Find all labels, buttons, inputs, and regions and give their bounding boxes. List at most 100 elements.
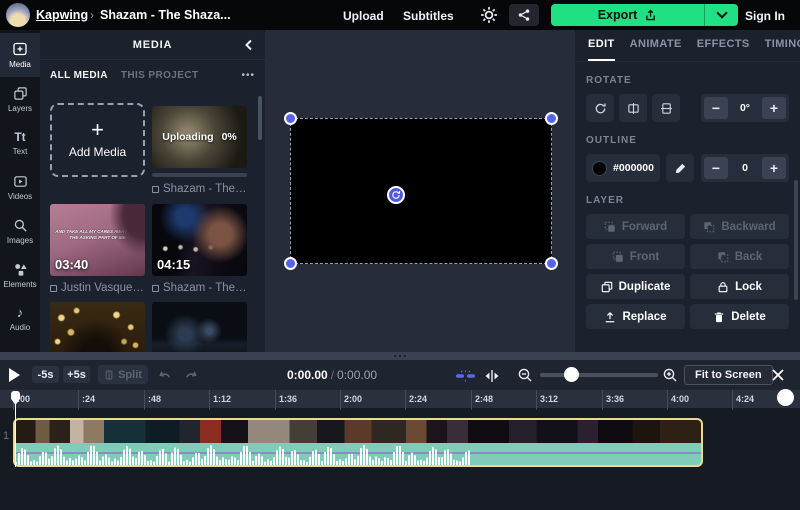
media-item-shazam[interactable]: 04:15 Shazam - The S...	[152, 204, 247, 294]
redo-button[interactable]	[184, 368, 199, 386]
rotate-icon	[391, 190, 401, 200]
search-icon	[13, 218, 28, 233]
replace-upload-icon	[604, 311, 616, 323]
media-item-uploading[interactable]: Uploading 0% Shazam - The S...	[152, 106, 247, 195]
media-item-bokeh[interactable]	[50, 302, 145, 352]
rotate-plus-button[interactable]: +	[762, 97, 786, 119]
timeline-zoom-slider[interactable]	[540, 373, 658, 377]
rotation-stepper: − 0° +	[701, 94, 789, 122]
text-icon: Tt	[14, 130, 25, 144]
fit-to-screen-button[interactable]: Fit to Screen	[684, 365, 773, 385]
sidebar-item-images[interactable]: Images	[0, 209, 40, 253]
sidebar-item-videos[interactable]: Videos	[0, 165, 40, 209]
tab-effects[interactable]: EFFECTS	[697, 38, 750, 61]
video-file-icon	[152, 285, 159, 292]
collapse-panel-icon[interactable]	[243, 38, 255, 56]
color-swatch	[592, 161, 607, 176]
back-button[interactable]: Back	[690, 244, 789, 269]
sidebar-item-text[interactable]: Tt Text	[0, 121, 40, 165]
snap-toggle[interactable]	[455, 369, 477, 387]
timeline-ruler[interactable]: :00 :24 :48 1:12 1:36 2:00 2:24 2:48 3:1…	[0, 390, 800, 410]
timeline-tracks[interactable]: 1	[0, 410, 800, 510]
outline-color-picker[interactable]: #000000	[586, 154, 660, 182]
total-time: 0:00.00	[337, 368, 377, 382]
media-item-justin[interactable]: AND TAKE ALL MY CARES AWAY WITH THE ASKI…	[50, 204, 145, 294]
backward-button[interactable]: Backward	[690, 214, 789, 239]
zoom-out-button[interactable]	[517, 367, 533, 388]
share-button[interactable]	[509, 4, 539, 26]
tab-edit[interactable]: EDIT	[588, 38, 615, 61]
media-panel-scrollbar[interactable]	[258, 96, 262, 140]
media-item-city[interactable]	[152, 302, 247, 352]
brand-link[interactable]: Kapwing	[36, 8, 88, 22]
chevron-down-icon	[716, 7, 727, 18]
inspector-panel: EDIT ANIMATE EFFECTS TIMING ROTATE	[575, 30, 800, 352]
play-button[interactable]	[9, 368, 20, 382]
sign-in-button[interactable]: Sign In	[745, 9, 785, 23]
rotate-minus-button[interactable]: −	[704, 97, 728, 119]
eyedropper-button[interactable]	[666, 154, 694, 182]
timeline-clip[interactable]	[13, 418, 703, 467]
preview-canvas[interactable]	[265, 30, 575, 352]
media-item-label: Justin Vasquez -...	[50, 282, 145, 294]
sidebar-item-audio[interactable]: ♪ Audio	[0, 297, 40, 341]
outline-minus-button[interactable]: −	[704, 157, 728, 179]
timeline-pan-handle[interactable]	[777, 389, 794, 406]
replace-button[interactable]: Replace	[586, 304, 685, 329]
export-button[interactable]: Export	[551, 4, 704, 26]
lock-button[interactable]: Lock	[690, 274, 789, 299]
sidebar-item-layers[interactable]: Layers	[0, 77, 40, 121]
skip-back-5s-button[interactable]: -5s	[32, 366, 59, 383]
selection-handle-bottom-right[interactable]	[545, 257, 558, 270]
sidebar-item-elements[interactable]: Elements	[0, 253, 40, 297]
settings-gear-icon[interactable]	[480, 6, 498, 24]
more-options-icon[interactable]: •••	[241, 70, 255, 81]
undo-button[interactable]	[157, 368, 172, 386]
breadcrumb-separator: ›	[90, 8, 94, 22]
rotate-90-button[interactable]	[586, 94, 614, 122]
selected-video-layer[interactable]	[290, 118, 552, 264]
send-backward-icon	[703, 221, 715, 233]
split-button[interactable]: Split	[98, 365, 148, 384]
outline-plus-button[interactable]: +	[762, 157, 786, 179]
snap-icon	[455, 370, 477, 382]
selection-handle-bottom-left[interactable]	[284, 257, 297, 270]
flip-vertical-button[interactable]	[652, 94, 680, 122]
clip-filmstrip	[15, 420, 701, 443]
outline-color-hex: #000000	[613, 162, 654, 174]
duplicate-button[interactable]: Duplicate	[586, 274, 685, 299]
upload-button[interactable]: Upload	[343, 9, 384, 23]
split-view-icon	[484, 370, 500, 382]
tab-timing[interactable]: TIMING	[765, 38, 800, 61]
selection-handle-top-left[interactable]	[284, 112, 297, 125]
tab-all-media[interactable]: ALL MEDIA	[50, 70, 108, 81]
front-button[interactable]: Front	[586, 244, 685, 269]
project-title[interactable]: Shazam - The Shaza...	[100, 8, 231, 22]
waveform-graphic	[15, 443, 703, 465]
playhead[interactable]	[11, 391, 20, 405]
selection-handle-top-right[interactable]	[545, 112, 558, 125]
tab-this-project[interactable]: THIS PROJECT	[121, 70, 199, 81]
sidebar-item-media[interactable]: Media	[0, 33, 40, 77]
subtitles-button[interactable]: Subtitles	[403, 9, 454, 23]
eyedropper-icon	[674, 162, 687, 175]
export-options-button[interactable]	[704, 4, 738, 26]
rotate-handle[interactable]	[387, 186, 405, 204]
skip-forward-5s-button[interactable]: +5s	[63, 366, 90, 383]
flip-horizontal-button[interactable]	[619, 94, 647, 122]
forward-button[interactable]: Forward	[586, 214, 685, 239]
zoom-in-button[interactable]	[662, 367, 678, 388]
zoom-slider-thumb[interactable]	[564, 367, 579, 382]
user-avatar[interactable]	[6, 3, 30, 27]
add-media-button[interactable]: + Add Media	[50, 103, 145, 177]
expand-clips-toggle[interactable]	[484, 369, 500, 387]
duration-badge: 04:15	[157, 257, 190, 272]
close-timeline-button[interactable]	[771, 368, 785, 387]
track-number: 1	[3, 430, 9, 442]
inspector-scrollbar[interactable]	[794, 180, 798, 300]
delete-button[interactable]: Delete	[690, 304, 789, 329]
timeline-resize-handle[interactable]	[0, 352, 800, 360]
media-item-label: Shazam - The S...	[152, 282, 247, 294]
tab-animate[interactable]: ANIMATE	[630, 38, 682, 61]
thumbnail-caption: AND TAKE ALL MY CARES AWAY WITH THE ASKI…	[53, 229, 142, 240]
